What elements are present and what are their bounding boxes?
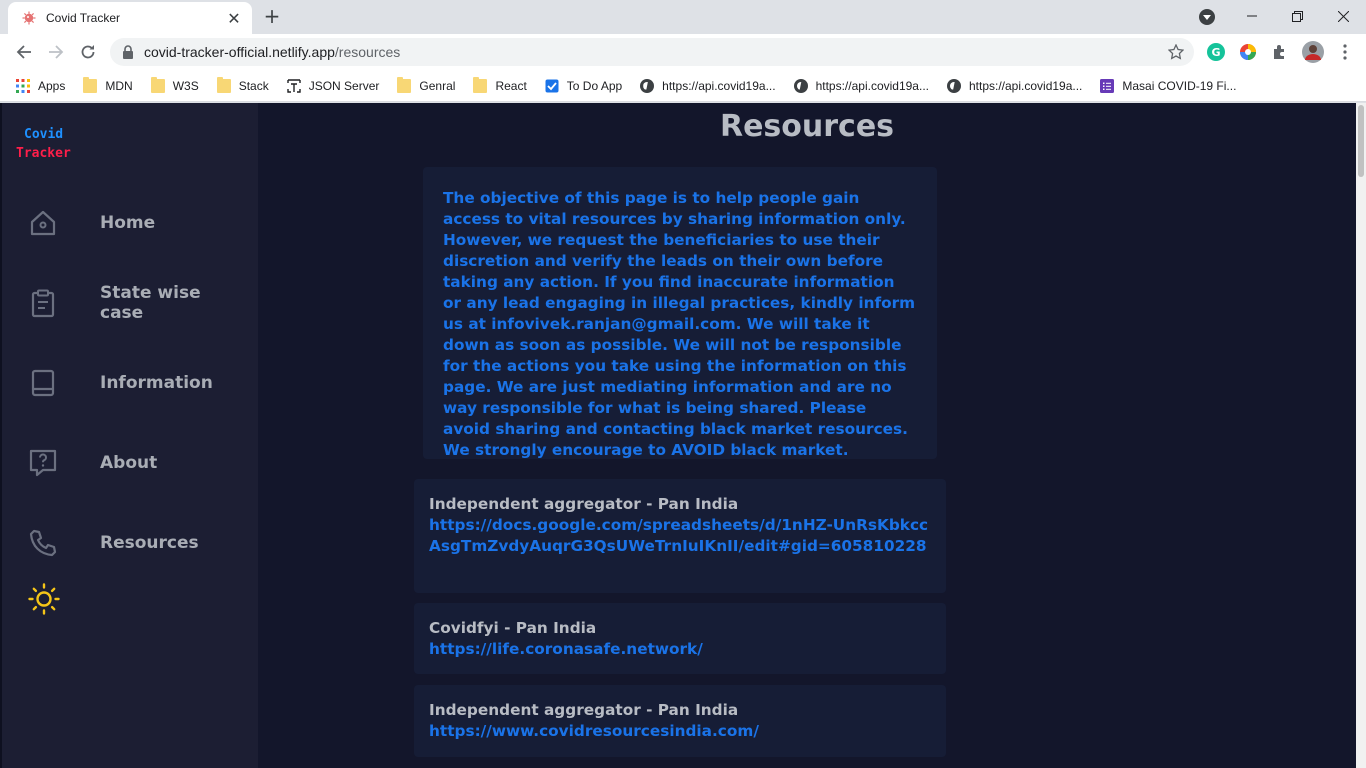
resource-link[interactable]: https://life.coronasafe.network/	[429, 639, 931, 660]
phone-icon	[29, 529, 57, 557]
resource-card: Independent aggregator - Pan India https…	[414, 685, 946, 757]
minimize-icon[interactable]	[1229, 0, 1275, 32]
tab-strip: Covid Tracker ✕ +	[0, 0, 1366, 34]
bookmark-label: JSON Server	[308, 78, 380, 93]
restore-icon[interactable]	[1274, 0, 1320, 32]
sidebar-item-about[interactable]: About	[28, 443, 248, 483]
scrollbar-thumb[interactable]	[1358, 105, 1364, 177]
lock-icon	[123, 45, 133, 59]
bookmark-label: https://api.covid19a...	[968, 78, 1083, 93]
bookmark-masai[interactable]: Masai COVID-19 Fi...	[1100, 78, 1237, 93]
bookmark-w3s[interactable]: W3S	[150, 76, 199, 93]
sidebar-item-label: About	[100, 453, 158, 473]
browser-tab[interactable]: Covid Tracker ✕	[8, 2, 252, 34]
tab-title: Covid Tracker	[46, 11, 121, 25]
svg-text:G: G	[1211, 46, 1220, 59]
bookmarks-bar: Apps MDN W3S Stack JSON Server Genral Re…	[0, 70, 1366, 102]
tab-close-icon[interactable]: ✕	[224, 8, 244, 28]
bookmark-label: React	[495, 78, 527, 93]
menu-kebab-icon[interactable]	[1336, 43, 1354, 61]
bookmark-label: https://api.covid19a...	[815, 78, 929, 93]
sidebar-item-state-wise[interactable]: State wise case	[28, 283, 248, 323]
new-tab-icon[interactable]: +	[262, 6, 282, 26]
globe-icon	[946, 78, 961, 93]
back-icon[interactable]	[12, 40, 36, 64]
bookmark-json-server[interactable]: JSON Server	[287, 78, 380, 93]
bookmark-api-1[interactable]: https://api.covid19a...	[640, 78, 776, 93]
page-title: Resources	[719, 109, 895, 144]
bookmark-react[interactable]: React	[473, 76, 527, 93]
bookmark-api-2[interactable]: https://api.covid19a...	[793, 78, 929, 93]
folder-icon	[216, 76, 231, 93]
extensions-icon[interactable]	[1271, 43, 1289, 61]
logo-line-tracker: Tracker	[16, 146, 71, 161]
folder-icon	[150, 76, 165, 93]
disclaimer-box: The objective of this page is to help pe…	[423, 167, 937, 459]
resource-card: Covidfyi - Pan India https://life.corona…	[414, 603, 946, 674]
globe-icon	[793, 78, 808, 93]
bookmark-apps[interactable]: Apps	[16, 78, 66, 93]
bookmark-label: To Do App	[566, 78, 623, 93]
url-path: /resources	[334, 44, 401, 60]
bookmark-label: Genral	[419, 78, 456, 93]
bookmark-label: Apps	[38, 78, 66, 93]
sun-icon[interactable]	[28, 583, 60, 615]
json-server-icon	[287, 78, 301, 93]
disclaimer-text: The objective of this page is to help pe…	[443, 189, 916, 459]
sidebar-item-label: Information	[100, 373, 213, 393]
bookmark-genral[interactable]: Genral	[397, 76, 456, 93]
avatar[interactable]	[1302, 41, 1324, 63]
resource-title: Independent aggregator - Pan India	[429, 495, 739, 513]
resource-card: Independent aggregator - Pan India https…	[414, 479, 946, 593]
resource-title: Covidfyi - Pan India	[429, 619, 597, 637]
browser-toolbar: covid-tracker-official.netlify.app/resou…	[0, 34, 1366, 70]
home-icon	[30, 210, 56, 236]
bookmark-mdn[interactable]: MDN	[83, 76, 133, 93]
bookmark-label: https://api.covid19a...	[662, 78, 776, 93]
page-scrollbar[interactable]	[1356, 103, 1366, 768]
sidebar-item-information[interactable]: Information	[28, 363, 248, 403]
page-content: Covid Tracker Home State wise case Infor…	[0, 103, 1366, 768]
tab-search-icon[interactable]	[1199, 9, 1215, 25]
checkbox-icon	[545, 79, 559, 92]
forms-icon	[1100, 78, 1115, 93]
sidebar-item-label: Resources	[100, 533, 199, 553]
forward-icon[interactable]	[44, 40, 68, 64]
app-logo[interactable]: Covid Tracker	[16, 125, 71, 163]
sidebar: Covid Tracker Home State wise case Infor…	[0, 103, 258, 768]
bookmark-star-icon[interactable]	[1168, 44, 1184, 60]
bookmark-todo[interactable]: To Do App	[545, 79, 622, 93]
url-host: covid-tracker-official.netlify.app	[144, 44, 335, 60]
folder-icon	[397, 76, 412, 93]
reload-icon[interactable]	[76, 40, 100, 64]
sidebar-item-label: State wise case	[100, 283, 201, 323]
bookmark-label: Stack	[238, 78, 269, 93]
resource-title: Independent aggregator - Pan India	[429, 701, 739, 719]
sidebar-item-resources[interactable]: Resources	[28, 523, 248, 563]
grammarly-icon[interactable]: G	[1207, 43, 1225, 61]
bookmark-stack[interactable]: Stack	[216, 76, 269, 93]
clipboard-icon	[31, 289, 55, 318]
virus-favicon-icon	[22, 11, 36, 25]
url-text: covid-tracker-official.netlify.app/resou…	[144, 44, 400, 60]
address-bar[interactable]: covid-tracker-official.netlify.app/resou…	[110, 38, 1194, 66]
apps-grid-icon	[16, 78, 30, 93]
color-picker-icon[interactable]	[1239, 43, 1257, 61]
help-icon	[29, 449, 57, 477]
bookmark-api-3[interactable]: https://api.covid19a...	[946, 78, 1083, 93]
resource-link[interactable]: https://docs.google.com/spreadsheets/d/1…	[429, 515, 931, 557]
close-window-icon[interactable]	[1320, 0, 1366, 32]
folder-icon	[473, 76, 488, 93]
sidebar-item-label: Home	[100, 213, 156, 233]
folder-icon	[83, 76, 98, 93]
resource-link[interactable]: https://www.covidresourcesindia.com/	[429, 721, 931, 742]
bookmark-label: MDN	[105, 78, 133, 93]
logo-line-covid: Covid	[24, 127, 64, 142]
book-icon	[31, 369, 55, 397]
globe-icon	[640, 78, 655, 93]
sidebar-item-home[interactable]: Home	[28, 203, 248, 243]
bookmark-label: W3S	[172, 78, 199, 93]
bookmark-label: Masai COVID-19 Fi...	[1122, 78, 1237, 93]
